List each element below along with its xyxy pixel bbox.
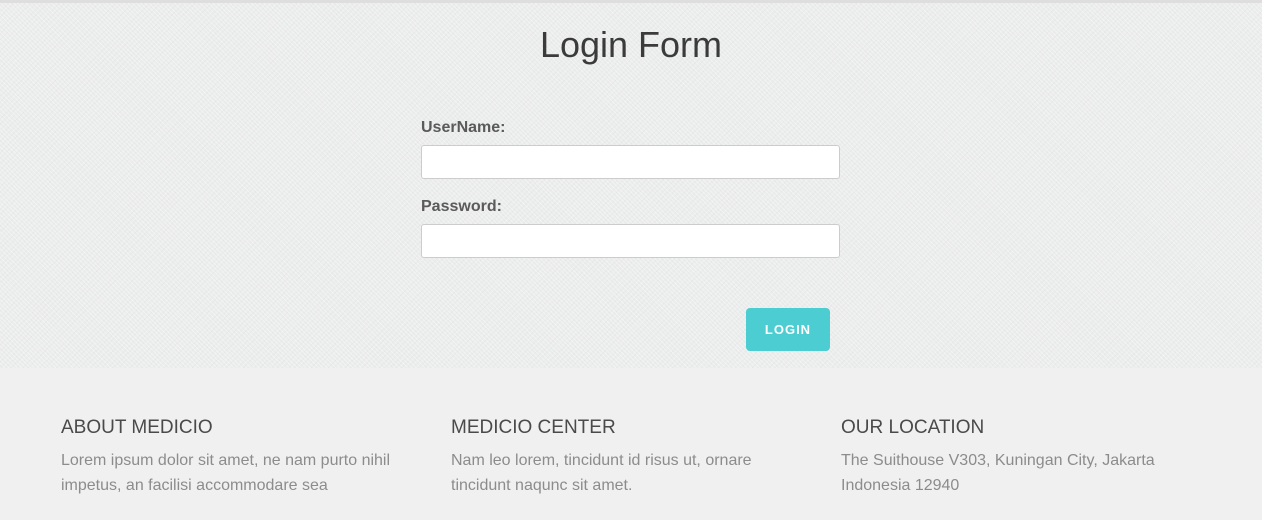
footer-heading-about: ABOUT MEDICIO — [61, 417, 213, 438]
footer-heading-location: OUR LOCATION — [841, 417, 985, 438]
page-title: Login Form — [539, 24, 723, 65]
footer-about: ABOUT MEDICIO Lorem ipsum dolor sit amet… — [61, 416, 421, 498]
login-section: Login Form UserName: Password: LOGIN — [0, 0, 1262, 368]
login-button[interactable]: LOGIN — [746, 308, 830, 351]
username-label: UserName: — [421, 119, 506, 136]
password-label: Password: — [421, 198, 502, 215]
footer-location: OUR LOCATION The Suithouse V303, Kuninga… — [841, 416, 1201, 498]
username-input[interactable] — [421, 145, 840, 179]
password-input[interactable] — [421, 224, 840, 258]
footer: ABOUT MEDICIO Lorem ipsum dolor sit amet… — [0, 368, 1262, 520]
footer-text-about: Lorem ipsum dolor sit amet, ne nam purto… — [61, 452, 391, 494]
footer-heading-center: MEDICIO CENTER — [451, 417, 616, 438]
footer-text-location: The Suithouse V303, Kuningan City, Jakar… — [841, 452, 1155, 494]
footer-text-center: Nam leo lorem, tincidunt id risus ut, or… — [451, 452, 752, 494]
footer-center: MEDICIO CENTER Nam leo lorem, tincidunt … — [451, 416, 811, 498]
